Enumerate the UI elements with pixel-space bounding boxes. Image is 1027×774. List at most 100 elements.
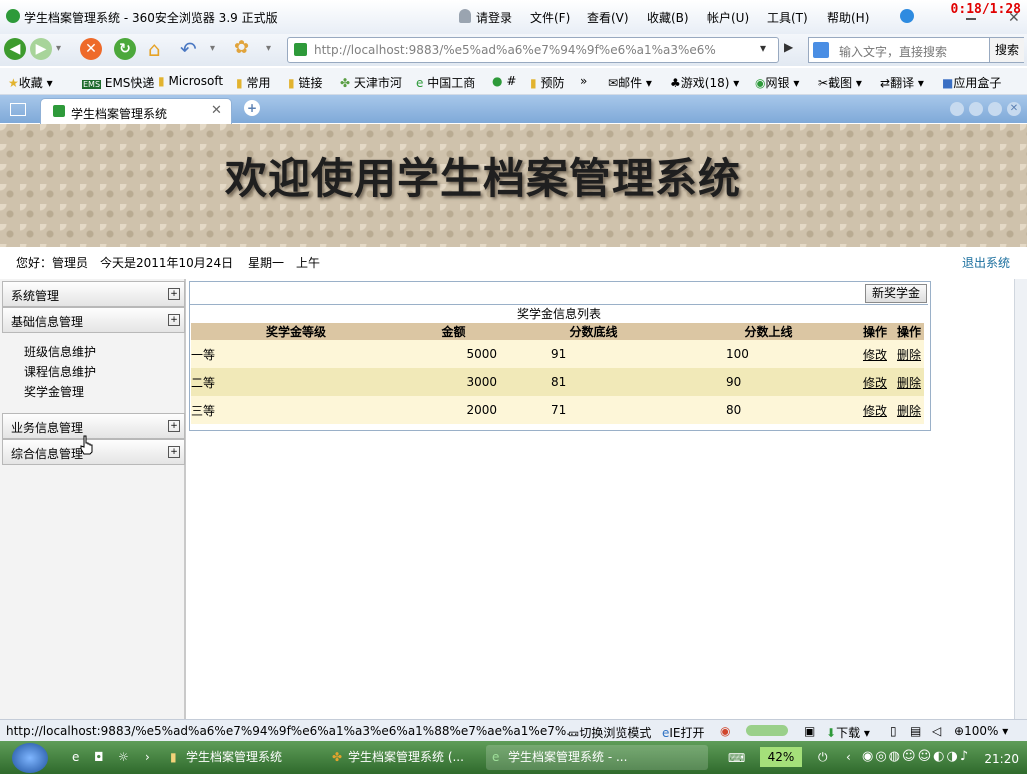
tab-scroll-right-icon[interactable] bbox=[969, 102, 983, 116]
taskbar-item-app[interactable]: ✤ 学生档案管理系统 (... bbox=[326, 745, 493, 770]
address-bar[interactable]: http://localhost:9883/%e5%ad%a6%e7%94%9f… bbox=[287, 37, 779, 63]
edit-link[interactable]: 修改 bbox=[863, 376, 887, 390]
taskbar-item-label: 学生档案管理系统 bbox=[186, 750, 283, 764]
delete-link[interactable]: 删除 bbox=[897, 348, 921, 362]
sidebar-item-scholarship[interactable]: 奖学金管理 bbox=[24, 383, 84, 400]
sound-icon[interactable]: ◁ bbox=[932, 724, 941, 738]
logout-link[interactable]: 退出系统 bbox=[962, 254, 1010, 271]
refresh-icon[interactable]: ↻ bbox=[114, 38, 136, 60]
delete-link[interactable]: 删除 bbox=[897, 376, 921, 390]
edit-link[interactable]: 修改 bbox=[863, 404, 887, 418]
edit-link[interactable]: 修改 bbox=[863, 348, 887, 362]
bookmark-hash[interactable]: ● # bbox=[492, 74, 516, 88]
menu-favorites[interactable]: 收藏(B) bbox=[647, 9, 689, 26]
expand-icon[interactable]: + bbox=[168, 288, 180, 300]
expand-icon[interactable]: + bbox=[168, 446, 180, 458]
switch-mode[interactable]: ▭切换浏览模式 bbox=[568, 724, 651, 741]
bookmark-links[interactable]: ▮ 链接 bbox=[288, 74, 322, 91]
quicklaunch-app-icon[interactable]: ◘ bbox=[94, 750, 104, 764]
tab-close-icon[interactable]: ✕ bbox=[211, 103, 222, 118]
power-icon[interactable]: ⏻ bbox=[818, 750, 828, 765]
search-box[interactable]: 输入文字，直接搜索 搜索 bbox=[808, 37, 1024, 63]
menu-account[interactable]: 帐户(U) bbox=[707, 9, 749, 26]
search-button[interactable]: 搜索 bbox=[989, 38, 1024, 62]
expand-icon[interactable]: + bbox=[168, 314, 180, 326]
bookmark-translate[interactable]: ⇄翻译 ▾ bbox=[880, 74, 924, 91]
tray-expand-icon[interactable]: ‹ bbox=[846, 750, 851, 764]
tab-scroll-left-icon[interactable] bbox=[950, 102, 964, 116]
update-icon[interactable] bbox=[900, 9, 914, 23]
paw-dropdown-icon[interactable]: ▾ bbox=[266, 43, 271, 54]
bookmark-ems-label: EMS快递 bbox=[104, 76, 155, 90]
menu-help[interactable]: 帮助(H) bbox=[827, 9, 869, 26]
sidebar-toggle-icon[interactable] bbox=[10, 103, 26, 116]
history-dropdown-icon[interactable]: ▾ bbox=[56, 43, 61, 54]
paw-icon[interactable]: ✿ bbox=[234, 37, 249, 58]
delete-link[interactable]: 删除 bbox=[897, 404, 921, 418]
tab-page-icon bbox=[53, 105, 65, 117]
start-button[interactable] bbox=[12, 743, 48, 773]
screen-icon[interactable]: ▣ bbox=[804, 724, 815, 738]
cell-amount: 3000 bbox=[401, 368, 506, 396]
bookmark-icbc[interactable]: e 中国工商 bbox=[416, 74, 475, 91]
go-icon[interactable]: ▶ bbox=[784, 40, 793, 54]
quicklaunch-ie-icon[interactable]: e bbox=[72, 750, 79, 764]
sidebar-section-system[interactable]: 系统管理 + bbox=[2, 281, 185, 307]
tab-student-archive[interactable]: 学生档案管理系统 ✕ bbox=[40, 98, 232, 124]
bookmark-prevent[interactable]: ▮ 预防 bbox=[530, 74, 564, 91]
sidebar-section-basic[interactable]: 基础信息管理 + bbox=[2, 307, 185, 333]
bookmark-mail[interactable]: ✉邮件 ▾ bbox=[608, 74, 652, 91]
minimize-icon[interactable] bbox=[966, 18, 976, 20]
ems-icon: EMS bbox=[82, 80, 102, 89]
menu-file[interactable]: 文件(F) bbox=[530, 9, 570, 26]
menu-login[interactable]: 请登录 bbox=[476, 9, 512, 26]
home-icon[interactable]: ⌂ bbox=[148, 37, 161, 61]
expand-icon[interactable]: + bbox=[168, 420, 180, 432]
search-input[interactable]: 输入文字，直接搜索 bbox=[839, 43, 947, 60]
trash-icon[interactable]: ▯ bbox=[890, 724, 897, 738]
quicklaunch-globe-icon[interactable]: ☼ bbox=[118, 750, 129, 764]
window-layout-icon[interactable]: ▤ bbox=[910, 724, 921, 738]
address-dropdown-icon[interactable]: ▾ bbox=[760, 41, 766, 55]
bookmark-games[interactable]: ♣游戏(18) ▾ bbox=[670, 74, 739, 91]
speed-icon[interactable]: ◉ bbox=[720, 724, 730, 738]
bookmarks-more[interactable]: » bbox=[580, 74, 587, 88]
tab-list-icon[interactable] bbox=[988, 102, 1002, 116]
forward-arrow-icon[interactable]: ▶ bbox=[30, 38, 52, 60]
menu-tools[interactable]: 工具(T) bbox=[767, 9, 808, 26]
menu-view[interactable]: 查看(V) bbox=[587, 9, 629, 26]
taskbar-item-folder[interactable]: ▮ 学生档案管理系统 bbox=[164, 745, 326, 770]
bookmark-bank[interactable]: ◉网银 ▾ bbox=[755, 74, 799, 91]
tab-close-all-icon[interactable]: ✕ bbox=[1007, 102, 1021, 116]
close-window-icon[interactable]: ✕ bbox=[1008, 10, 1020, 26]
bookmark-appbox[interactable]: ■应用盒子 bbox=[942, 74, 1001, 91]
bookmark-screenshot[interactable]: ✂截图 ▾ bbox=[818, 74, 862, 91]
address-text[interactable]: http://localhost:9883/%e5%ad%a6%e7%94%9f… bbox=[314, 43, 734, 57]
search-engine-icon[interactable] bbox=[813, 42, 829, 58]
undo-dropdown-icon[interactable]: ▾ bbox=[210, 43, 215, 54]
sidebar-item-class-info[interactable]: 班级信息维护 bbox=[24, 343, 96, 360]
battery-indicator[interactable]: 42% bbox=[760, 747, 802, 767]
new-scholarship-button[interactable]: 新奖学金 bbox=[865, 284, 927, 303]
zoom[interactable]: ⊕100% ▾ bbox=[954, 724, 1008, 738]
taskbar-item-browser[interactable]: e 学生档案管理系统 - ... bbox=[486, 745, 708, 770]
undo-close-icon[interactable]: ↶ bbox=[180, 37, 197, 61]
bookmark-tianjin[interactable]: ✤ 天津市河 bbox=[340, 74, 402, 91]
sidebar-item-course-info[interactable]: 课程信息维护 bbox=[24, 363, 96, 380]
toggle-switch-icon[interactable] bbox=[746, 725, 788, 736]
stop-icon[interactable]: ✕ bbox=[80, 38, 102, 60]
taskbar-clock[interactable]: 21:20 bbox=[984, 752, 1019, 766]
bookmark-favorites[interactable]: ★收藏 ▾ bbox=[8, 74, 53, 91]
download[interactable]: ⬇下载 ▾ bbox=[826, 724, 870, 741]
new-tab-icon[interactable]: + bbox=[244, 100, 260, 116]
bookmark-common[interactable]: ▮ 常用 bbox=[236, 74, 270, 91]
bookmark-ems[interactable]: EMS EMS快递 bbox=[82, 74, 154, 91]
vertical-scrollbar[interactable] bbox=[1014, 279, 1027, 719]
keyboard-icon[interactable]: ⌨ bbox=[728, 751, 745, 765]
scissors-icon: ✂ bbox=[818, 76, 829, 90]
quicklaunch-more-icon[interactable]: › bbox=[145, 750, 150, 764]
tray-icons[interactable]: ◉◎◍☺☺◐◑♪ bbox=[862, 749, 970, 764]
ie-open[interactable]: eIE打开 bbox=[662, 724, 705, 741]
back-arrow-icon[interactable]: ◀ bbox=[4, 38, 26, 60]
bookmark-microsoft[interactable]: ▮ Microsoft bbox=[158, 74, 223, 88]
